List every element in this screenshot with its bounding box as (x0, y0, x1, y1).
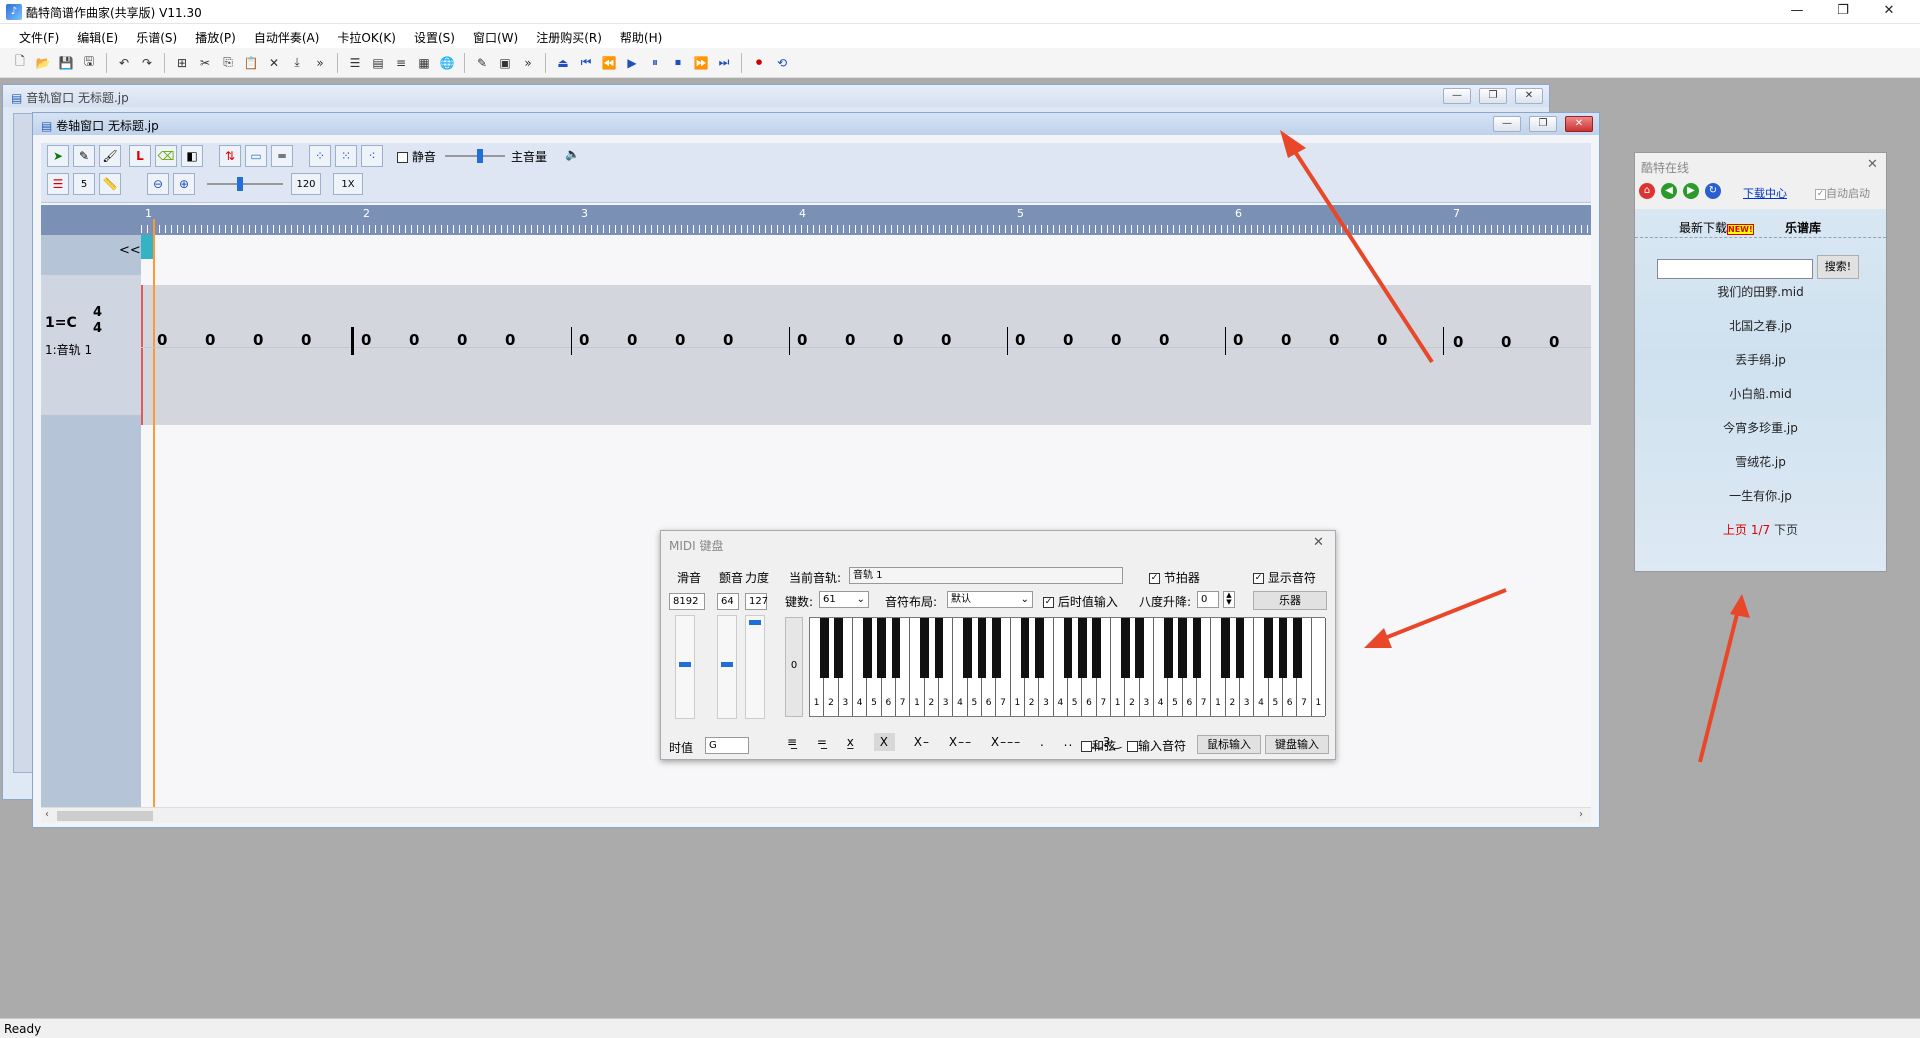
arrow-to-roll-window (1280, 130, 1434, 364)
status-text: Ready (4, 1022, 42, 1036)
status-bar: Ready (0, 1018, 1920, 1038)
arrow-to-midi (1364, 588, 1507, 648)
arrow-to-online (1698, 594, 1750, 763)
annotation-arrows (1280, 130, 1750, 763)
